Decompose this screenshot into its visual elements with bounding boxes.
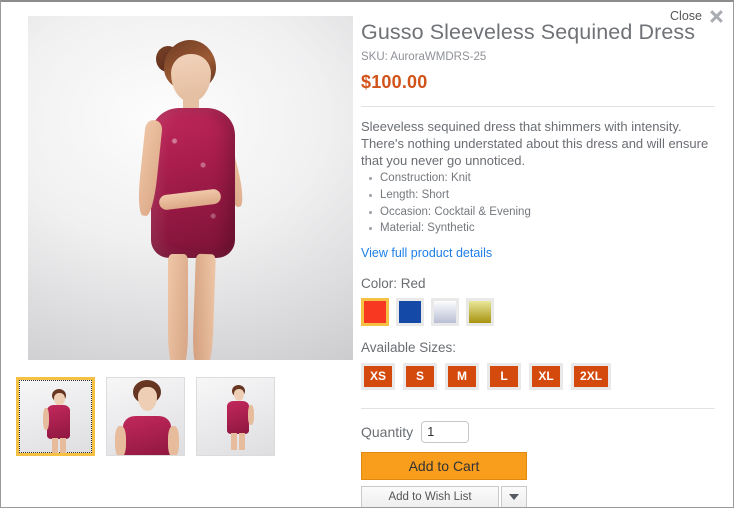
modal-content: Gusso Sleeveless Sequined Dress SKU: Aur… (1, 2, 733, 507)
quantity-label: Quantity (361, 423, 414, 440)
product-info-column: Gusso Sleeveless Sequined Dress SKU: Aur… (353, 16, 733, 507)
size-button-s[interactable]: S (403, 362, 438, 390)
product-attribute-list: Construction: Knit Length: Short Occasio… (361, 170, 715, 237)
size-button-xl[interactable]: XL (529, 362, 564, 390)
size-button-xs[interactable]: XS (361, 362, 396, 390)
divider-top (361, 105, 715, 107)
thumbnail-close-up-bodice[interactable] (106, 377, 185, 456)
view-full-product-details-link[interactable]: View full product details (361, 246, 492, 260)
sequined-dress (151, 108, 235, 258)
product-description: Sleeveless sequined dress that shimmers … (361, 118, 709, 169)
product-price: $100.00 (361, 71, 428, 92)
thumbnail-side-pose[interactable] (196, 377, 275, 456)
wish-list-dropdown-button[interactable] (501, 485, 527, 507)
quick-view-modal: Close Gusso Sleeveless Sequined Dress SK… (0, 0, 734, 508)
close-button[interactable]: Close (670, 8, 725, 25)
thumbnail-full-body-front[interactable] (16, 377, 95, 456)
size-button-2xl[interactable]: 2XL (571, 362, 612, 390)
color-swatch-group (361, 297, 715, 326)
model-right-leg (192, 253, 216, 360)
add-to-cart-button[interactable]: Add to Cart (361, 451, 527, 480)
list-item: Construction: Knit (369, 170, 715, 187)
divider-bottom (361, 407, 715, 409)
size-button-m[interactable]: M (445, 362, 480, 390)
quantity-row: Quantity (361, 420, 715, 443)
add-to-wish-list-group: Add to Wish List (361, 485, 527, 507)
close-label: Close (670, 9, 702, 24)
color-swatch-white[interactable] (431, 297, 459, 326)
color-swatch-gold[interactable] (466, 297, 494, 326)
product-title: Gusso Sleeveless Sequined Dress (361, 20, 696, 44)
color-swatch-red[interactable] (361, 297, 389, 326)
list-item: Length: Short (369, 187, 715, 204)
color-label: Color: Red (361, 275, 426, 291)
gallery-column (1, 16, 353, 507)
list-item: Material: Synthetic (369, 220, 715, 237)
close-x-icon[interactable] (708, 8, 725, 25)
model-left-leg (168, 254, 188, 360)
main-product-image[interactable] (16, 16, 353, 360)
size-button-group: XS S M L XL 2XL (361, 362, 715, 390)
caret-down-icon (509, 494, 519, 501)
list-item: Occasion: Cocktail & Evening (369, 204, 715, 221)
color-swatch-blue[interactable] (396, 297, 424, 326)
quantity-input[interactable] (421, 420, 470, 443)
sizes-label: Available Sizes: (361, 339, 457, 355)
thumbnail-strip (16, 377, 353, 456)
product-sku: SKU: AuroraWMDRS-25 (361, 50, 487, 63)
size-button-l[interactable]: L (487, 362, 522, 390)
add-to-wish-list-button[interactable]: Add to Wish List (361, 485, 499, 507)
